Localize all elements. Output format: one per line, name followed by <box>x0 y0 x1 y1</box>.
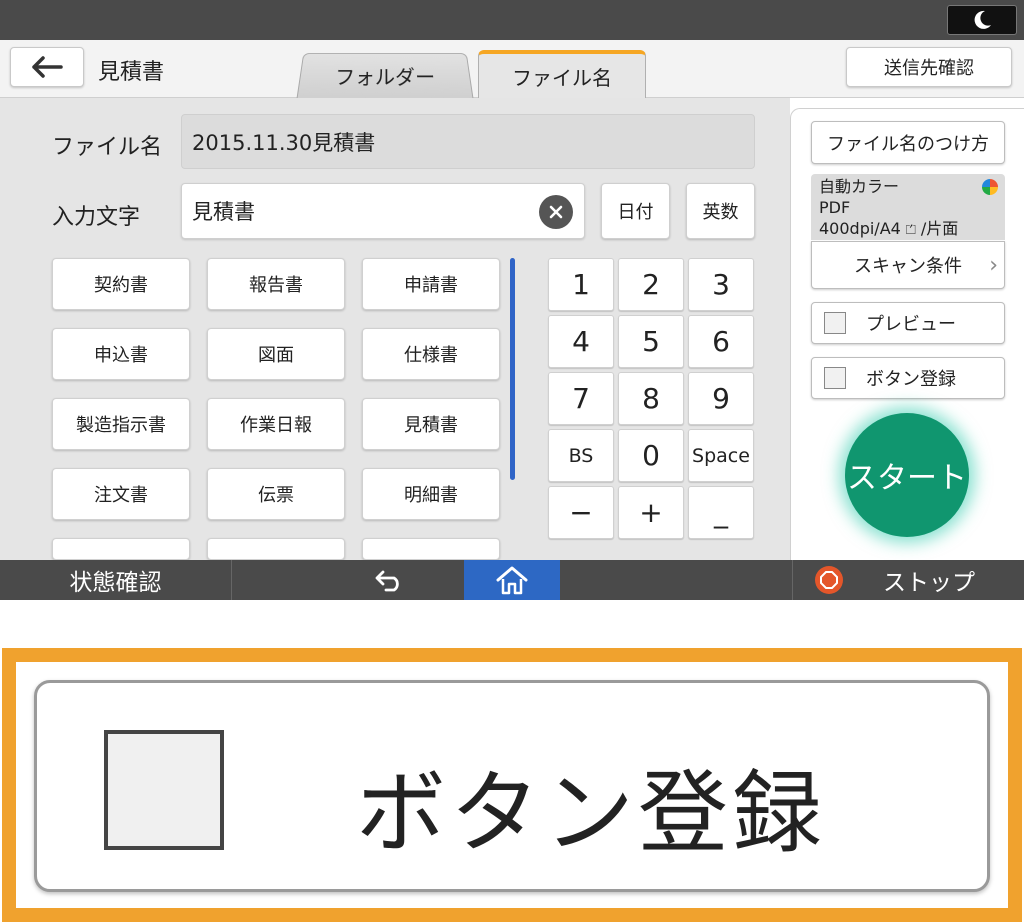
key-4[interactable]: 4 <box>548 315 614 368</box>
zoomed-label: ボタン登録 <box>356 761 826 866</box>
key-minus[interactable]: − <box>548 486 614 539</box>
word-button[interactable]: 仕様書 <box>362 328 500 380</box>
status-check-button[interactable]: 状態確認 <box>0 560 232 600</box>
home-icon <box>496 566 528 595</box>
tab-folder[interactable]: フォルダー <box>296 53 474 99</box>
tab-label: ファイル名 <box>512 65 612 90</box>
stop-button[interactable]: ストップ <box>792 560 1024 600</box>
color-mode-text: 自動カラー <box>819 177 900 196</box>
moon-icon <box>974 10 991 29</box>
stop-icon <box>815 566 843 594</box>
key-underscore[interactable]: _ <box>688 486 754 539</box>
key-5[interactable]: 5 <box>618 315 684 368</box>
scan-conditions-button[interactable]: スキャン条件 › <box>811 241 1005 289</box>
key-8[interactable]: 8 <box>618 372 684 425</box>
word-button[interactable]: 申込書 <box>52 328 190 380</box>
word-button-partial[interactable] <box>52 538 190 560</box>
word-button[interactable]: 申請書 <box>362 258 500 310</box>
filename-rules-label: ファイル名のつけ方 <box>827 133 989 155</box>
stop-label: ストップ <box>883 570 975 596</box>
scan-settings-summary: 自動カラー PDF 400dpi/A4 ⏍ /片面 <box>811 174 1005 240</box>
word-button[interactable]: 報告書 <box>207 258 345 310</box>
scan-conditions-label: スキャン条件 <box>854 256 962 277</box>
filename-field: 2015.11.30見積書 <box>181 114 755 169</box>
page-title: 見積書 <box>98 60 165 85</box>
resolution-text: 400dpi/A4 <box>819 219 901 238</box>
return-button[interactable] <box>350 560 430 600</box>
key-0[interactable]: 0 <box>618 429 684 482</box>
key-7[interactable]: 7 <box>548 372 614 425</box>
button-register-label: ボタン登録 <box>866 369 956 390</box>
key-backspace[interactable]: BS <box>548 429 614 482</box>
word-button[interactable]: 注文書 <box>52 468 190 520</box>
clear-button[interactable] <box>539 195 573 229</box>
home-button[interactable] <box>464 560 560 600</box>
arrow-left-icon <box>32 56 63 78</box>
confirm-destination-button[interactable]: 送信先確認 <box>846 47 1012 87</box>
page-orientation-icon: ⏍ <box>905 223 916 238</box>
zoomed-checkbox[interactable] <box>104 730 224 850</box>
preview-checkbox[interactable] <box>824 312 846 334</box>
top-bar <box>0 0 1024 40</box>
sides-text: /片面 <box>920 219 959 238</box>
key-9[interactable]: 9 <box>688 372 754 425</box>
input-label: 入力文字 <box>52 205 141 230</box>
word-button-partial[interactable] <box>362 538 500 560</box>
key-space[interactable]: Space <box>688 429 754 482</box>
word-button[interactable]: 伝票 <box>207 468 345 520</box>
tab-filename[interactable]: ファイル名 <box>478 50 646 98</box>
word-list-scrollbar[interactable] <box>510 258 515 480</box>
tab-label: フォルダー <box>333 65 437 90</box>
date-button[interactable]: 日付 <box>601 183 670 239</box>
word-button[interactable]: 製造指示書 <box>52 398 190 450</box>
file-format-text: PDF <box>819 198 851 217</box>
filename-rules-button[interactable]: ファイル名のつけ方 <box>811 121 1005 164</box>
word-button-partial[interactable] <box>207 538 345 560</box>
back-button[interactable] <box>10 47 84 87</box>
key-plus[interactable]: + <box>618 486 684 539</box>
button-register-toggle[interactable]: ボタン登録 <box>811 357 1005 399</box>
chevron-right-icon: › <box>989 252 998 278</box>
word-button[interactable]: 見積書 <box>362 398 500 450</box>
key-6[interactable]: 6 <box>688 315 754 368</box>
word-button[interactable]: 図面 <box>207 328 345 380</box>
auto-color-icon <box>982 179 998 195</box>
button-register-checkbox[interactable] <box>824 367 846 389</box>
preview-toggle[interactable]: プレビュー <box>811 302 1005 344</box>
word-button[interactable]: 明細書 <box>362 468 500 520</box>
text-input[interactable]: 見積書 <box>181 183 585 239</box>
word-button[interactable]: 契約書 <box>52 258 190 310</box>
text-input-value: 見積書 <box>192 200 255 224</box>
key-2[interactable]: 2 <box>618 258 684 311</box>
alnum-button[interactable]: 英数 <box>686 183 755 239</box>
energy-saver-button[interactable] <box>947 5 1017 35</box>
return-arrow-icon <box>375 570 399 592</box>
word-button[interactable]: 作業日報 <box>207 398 345 450</box>
preview-label: プレビュー <box>866 314 956 335</box>
filename-label: ファイル名 <box>52 135 163 160</box>
key-3[interactable]: 3 <box>688 258 754 311</box>
close-icon <box>549 205 563 219</box>
key-1[interactable]: 1 <box>548 258 614 311</box>
start-button[interactable]: スタート <box>845 413 969 537</box>
